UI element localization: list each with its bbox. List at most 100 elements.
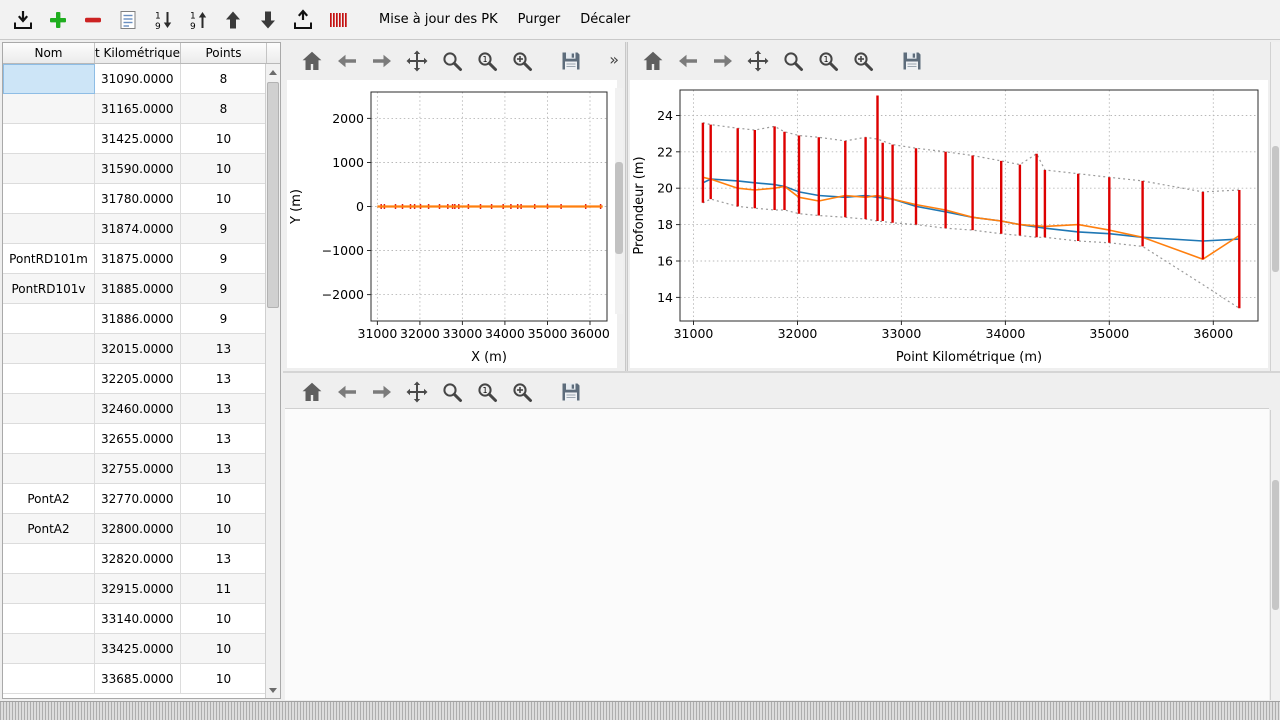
column-header-nom[interactable]: Nom	[3, 43, 95, 63]
cell-pk[interactable]: 31090.0000	[95, 64, 181, 94]
zoom-button[interactable]	[437, 377, 467, 407]
cell-pk[interactable]: 33140.0000	[95, 604, 181, 634]
cell-points[interactable]: 9	[181, 244, 267, 274]
cell-points[interactable]: 10	[181, 664, 267, 694]
cell-points[interactable]: 9	[181, 274, 267, 304]
pan-button[interactable]	[402, 377, 432, 407]
export-button[interactable]	[288, 5, 318, 35]
cell-nom[interactable]	[3, 304, 95, 334]
cell-pk[interactable]: 31885.0000	[95, 274, 181, 304]
cell-nom[interactable]	[3, 94, 95, 124]
scroll-down-button[interactable]	[266, 682, 280, 698]
cell-nom[interactable]	[3, 604, 95, 634]
cell-points[interactable]: 13	[181, 544, 267, 574]
column-header-points[interactable]: Points	[181, 43, 267, 63]
action-update-pk-button[interactable]: Mise à jour des PK	[369, 6, 508, 33]
cell-points[interactable]: 9	[181, 304, 267, 334]
zoom-button[interactable]	[778, 46, 808, 76]
home-button[interactable]	[638, 46, 668, 76]
add-button[interactable]	[43, 5, 73, 35]
cell-nom[interactable]	[3, 124, 95, 154]
horizontal-splitter[interactable]	[283, 371, 1280, 373]
zoom-original-button[interactable]: 1	[472, 46, 502, 76]
cell-pk[interactable]: 33425.0000	[95, 634, 181, 664]
cell-pk[interactable]: 31874.0000	[95, 214, 181, 244]
cell-nom[interactable]	[3, 64, 95, 94]
cell-nom[interactable]	[3, 184, 95, 214]
cell-points[interactable]: 10	[181, 184, 267, 214]
cell-pk[interactable]: 31886.0000	[95, 304, 181, 334]
zoom-in-button[interactable]	[848, 46, 878, 76]
sort-ascending-button[interactable]: 19	[183, 5, 213, 35]
cell-nom[interactable]	[3, 664, 95, 694]
forward-button[interactable]	[367, 46, 397, 76]
cell-pk[interactable]: 32800.0000	[95, 514, 181, 544]
cell-nom[interactable]: PontA2	[3, 484, 95, 514]
action-purge-button[interactable]: Purger	[508, 6, 571, 33]
forward-button[interactable]	[708, 46, 738, 76]
save-button[interactable]	[556, 377, 586, 407]
cell-points[interactable]: 10	[181, 154, 267, 184]
move-down-button[interactable]	[253, 5, 283, 35]
cell-pk[interactable]: 33685.0000	[95, 664, 181, 694]
cell-nom[interactable]	[3, 574, 95, 604]
cross-sections-button[interactable]	[323, 5, 353, 35]
table-scrollbar-thumb[interactable]	[267, 82, 279, 308]
cell-pk[interactable]: 32820.0000	[95, 544, 181, 574]
cell-pk[interactable]: 32205.0000	[95, 364, 181, 394]
zoom-original-button[interactable]: 1	[813, 46, 843, 76]
cell-pk[interactable]: 32755.0000	[95, 454, 181, 484]
cell-pk[interactable]: 32015.0000	[95, 334, 181, 364]
zoom-in-button[interactable]	[507, 377, 537, 407]
cell-pk[interactable]: 31165.0000	[95, 94, 181, 124]
scrollbar-thumb[interactable]	[1272, 146, 1279, 272]
cell-points[interactable]: 13	[181, 334, 267, 364]
cell-pk[interactable]: 31425.0000	[95, 124, 181, 154]
save-button[interactable]	[556, 46, 586, 76]
cell-pk[interactable]: 31875.0000	[95, 244, 181, 274]
scrollbar-thumb[interactable]	[615, 162, 623, 254]
cell-points[interactable]: 13	[181, 454, 267, 484]
cell-points[interactable]: 13	[181, 394, 267, 424]
back-button[interactable]	[332, 46, 362, 76]
sort-descending-button[interactable]: 19	[148, 5, 178, 35]
cell-nom[interactable]: PontRD101m	[3, 244, 95, 274]
home-button[interactable]	[297, 377, 327, 407]
back-button[interactable]	[332, 377, 362, 407]
cell-pk[interactable]: 32460.0000	[95, 394, 181, 424]
pan-button[interactable]	[743, 46, 773, 76]
scroll-up-button[interactable]	[266, 64, 280, 80]
cell-nom[interactable]	[3, 634, 95, 664]
back-button[interactable]	[673, 46, 703, 76]
home-button[interactable]	[297, 46, 327, 76]
cell-pk[interactable]: 32915.0000	[95, 574, 181, 604]
toolbar-overflow-button[interactable]: »	[609, 50, 619, 69]
cell-points[interactable]: 13	[181, 364, 267, 394]
save-button[interactable]	[897, 46, 927, 76]
cell-points[interactable]: 10	[181, 634, 267, 664]
import-button[interactable]	[8, 5, 38, 35]
zoom-original-button[interactable]: 1	[472, 377, 502, 407]
cell-nom[interactable]: PontA2	[3, 514, 95, 544]
cell-points[interactable]: 9	[181, 214, 267, 244]
cell-nom[interactable]	[3, 394, 95, 424]
zoom-button[interactable]	[437, 46, 467, 76]
cell-pk[interactable]: 32655.0000	[95, 424, 181, 454]
cell-points[interactable]: 10	[181, 604, 267, 634]
plan-plot-scrollbar[interactable]	[615, 88, 623, 314]
pan-button[interactable]	[402, 46, 432, 76]
forward-button[interactable]	[367, 377, 397, 407]
cell-pk[interactable]: 32770.0000	[95, 484, 181, 514]
edit-list-button[interactable]	[113, 5, 143, 35]
cell-nom[interactable]	[3, 424, 95, 454]
plots-area-scrollbar[interactable]	[1270, 42, 1280, 372]
move-up-button[interactable]	[218, 5, 248, 35]
zoom-in-button[interactable]	[507, 46, 537, 76]
action-shift-button[interactable]: Décaler	[570, 6, 640, 33]
vertical-splitter[interactable]	[625, 42, 628, 372]
cell-points[interactable]: 10	[181, 484, 267, 514]
bottom-area-scrollbar[interactable]	[1270, 410, 1280, 700]
cell-points[interactable]: 10	[181, 124, 267, 154]
cell-points[interactable]: 13	[181, 424, 267, 454]
table-scrollbar[interactable]	[265, 64, 280, 698]
